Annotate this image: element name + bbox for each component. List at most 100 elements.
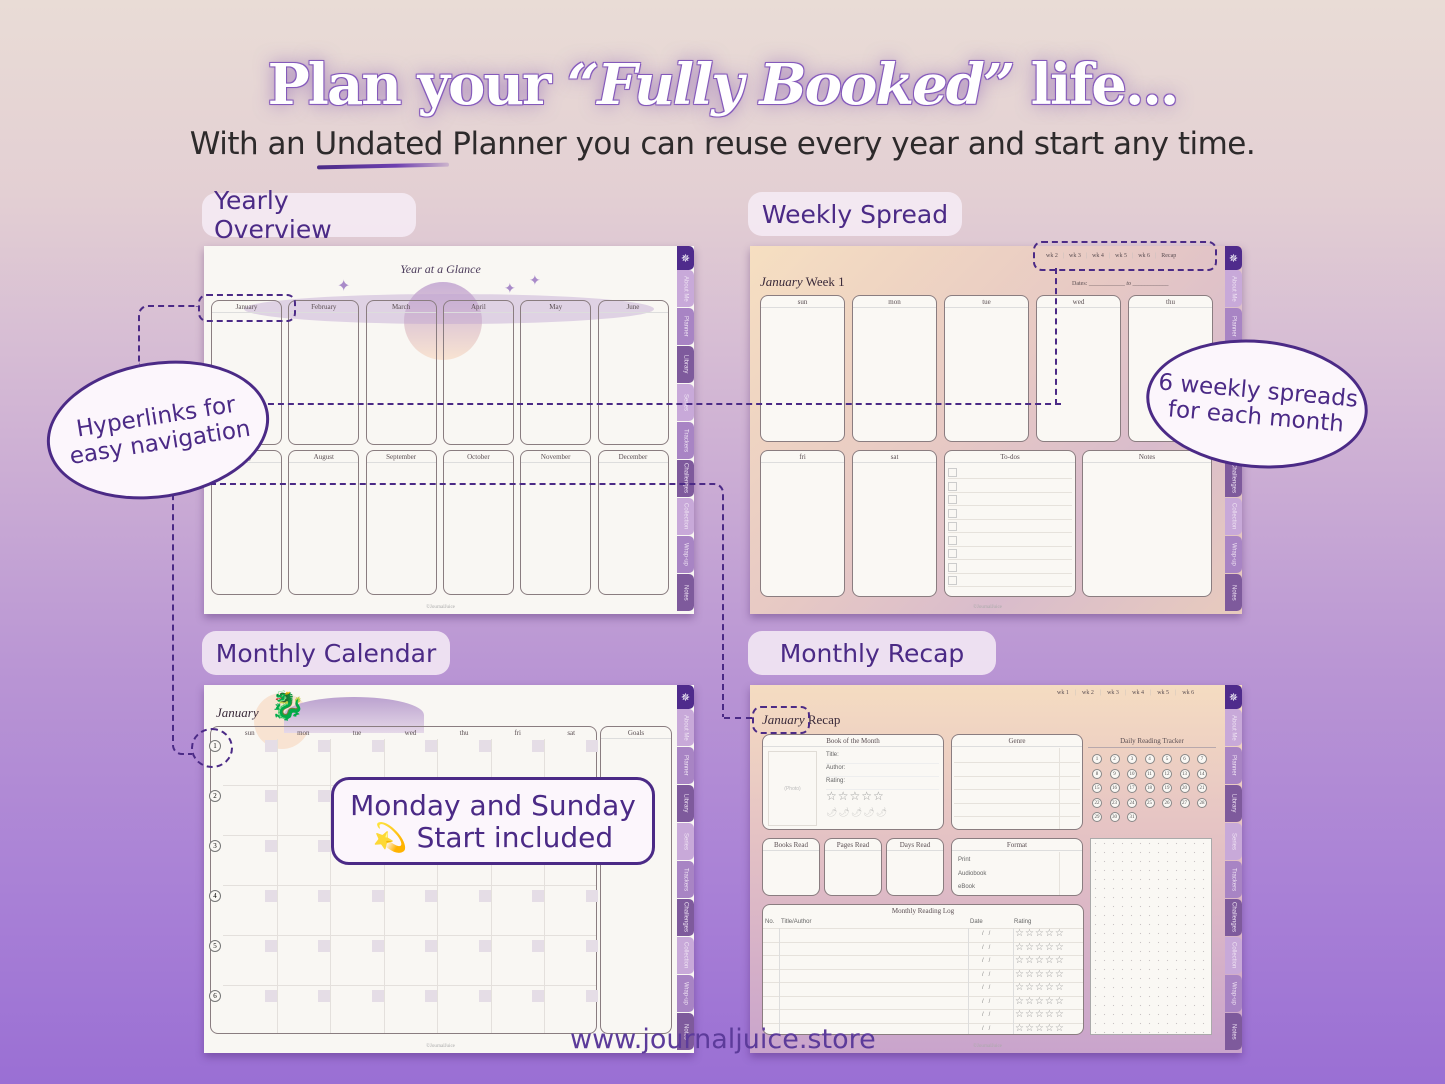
side-tab-library[interactable]: Library <box>1225 785 1242 822</box>
side-tab-about-me[interactable]: About Me <box>677 270 694 307</box>
tracker-day[interactable]: 28 <box>1197 797 1207 808</box>
compass-icon[interactable]: ✵ <box>1225 685 1242 709</box>
checkbox[interactable] <box>948 576 957 585</box>
tracker-day[interactable]: 14 <box>1197 768 1207 779</box>
checkbox[interactable] <box>948 468 957 477</box>
day-box[interactable]: fri <box>760 450 845 597</box>
week-nav-link[interactable]: wk 5 <box>1157 690 1169 696</box>
log-row[interactable]: / / ☆☆☆☆☆ <box>763 941 1083 956</box>
tracker-day[interactable]: 15 <box>1092 783 1102 793</box>
tracker-day[interactable]: 18 <box>1144 783 1155 793</box>
side-tab-notes[interactable]: Notes <box>1225 1013 1242 1050</box>
date-field[interactable]: / / <box>982 1026 990 1032</box>
side-tab-planner[interactable]: Planner <box>677 308 694 345</box>
side-tab-wrap-up[interactable]: Wrap-up <box>677 975 694 1012</box>
dates-field[interactable]: Dates: ____________ to ____________ <box>1072 281 1169 287</box>
side-tab-planner[interactable]: Planner <box>677 747 694 784</box>
star-rating[interactable]: ☆☆☆☆☆ <box>1015 1023 1065 1034</box>
tracker-day[interactable]: 27 <box>1179 797 1190 808</box>
star-rating[interactable]: ☆☆☆☆☆ <box>1015 942 1065 953</box>
week-nav-link[interactable]: wk 6 <box>1182 690 1194 696</box>
log-row[interactable]: / / ☆☆☆☆☆ <box>763 995 1083 1010</box>
side-tab-wrap-up[interactable]: Wrap-up <box>1225 975 1242 1012</box>
compass-icon[interactable]: ✵ <box>677 246 694 270</box>
tracker-day[interactable]: 20 <box>1179 783 1190 793</box>
week-number-link[interactable]: 4 <box>209 890 221 902</box>
date-field[interactable]: / / <box>982 958 990 964</box>
date-cell[interactable] <box>264 890 277 902</box>
log-row[interactable]: / / ☆☆☆☆☆ <box>763 968 1083 983</box>
date-cell[interactable] <box>478 890 491 902</box>
footer-url[interactable]: www.journaljuice.store <box>570 1024 876 1055</box>
tracker-day[interactable]: 29 <box>1092 812 1102 822</box>
date-cell[interactable] <box>425 890 438 902</box>
checkbox[interactable] <box>948 481 957 491</box>
format-option[interactable]: Audiobook <box>958 871 986 877</box>
week-number-link[interactable]: 2 <box>209 790 221 802</box>
tracker-day[interactable]: 10 <box>1127 768 1137 779</box>
tracker-day[interactable]: 5 <box>1162 754 1172 764</box>
photo-placeholder[interactable]: (Photo) <box>768 751 817 826</box>
date-cell[interactable] <box>532 940 545 952</box>
month-box[interactable]: May <box>520 300 592 445</box>
side-tab-notes[interactable]: Notes <box>1225 574 1242 611</box>
tracker-day[interactable]: 26 <box>1162 797 1172 808</box>
date-cell[interactable] <box>264 990 277 1002</box>
book-field[interactable]: Author: <box>826 765 939 777</box>
star-rating[interactable]: ☆☆☆☆☆ <box>1015 955 1065 966</box>
side-tab-about-me[interactable]: About Me <box>1225 709 1242 746</box>
checkbox[interactable] <box>948 549 957 558</box>
week-nav-link[interactable]: wk 2 <box>1082 690 1094 696</box>
log-row[interactable]: / / ☆☆☆☆☆ <box>763 955 1083 969</box>
day-box[interactable]: wed <box>1036 295 1121 442</box>
week-nav-link[interactable]: wk 3 <box>1107 690 1119 696</box>
format-option[interactable]: eBook <box>958 884 975 890</box>
side-tab-collection[interactable]: Collection <box>1225 498 1242 535</box>
tracker-day[interactable]: 3 <box>1127 754 1137 764</box>
tracker-day[interactable]: 7 <box>1197 754 1207 764</box>
side-tab-trackers[interactable]: Trackers <box>677 422 694 459</box>
tracker-day[interactable]: 21 <box>1197 783 1207 793</box>
date-cell[interactable] <box>532 890 545 902</box>
tracker-day[interactable]: 13 <box>1179 768 1190 779</box>
day-box[interactable]: sun <box>760 295 845 442</box>
side-tab-library[interactable]: Library <box>677 785 694 822</box>
side-tab-series[interactable]: Series <box>677 823 694 860</box>
tracker-day[interactable]: 19 <box>1162 783 1172 793</box>
date-cell[interactable] <box>478 940 491 952</box>
tracker-day[interactable]: 11 <box>1144 768 1155 779</box>
date-cell[interactable] <box>371 890 384 902</box>
side-tab-collection[interactable]: Collection <box>1225 937 1242 974</box>
tracker-day[interactable]: 9 <box>1109 768 1120 779</box>
side-tab-planner[interactable]: Planner <box>1225 747 1242 784</box>
date-cell[interactable] <box>264 840 277 852</box>
star-rating[interactable]: ☆☆☆☆☆ <box>1015 928 1065 939</box>
date-cell[interactable] <box>425 990 438 1002</box>
goals-box[interactable]: Goals <box>600 726 672 1034</box>
date-cell[interactable] <box>318 890 331 902</box>
star-rating[interactable]: ☆☆☆☆☆ <box>1015 996 1065 1007</box>
tracker-day[interactable]: 22 <box>1092 797 1102 808</box>
date-cell[interactable] <box>318 840 331 852</box>
date-cell[interactable] <box>371 740 384 752</box>
checkbox[interactable] <box>948 495 957 504</box>
stat-box[interactable]: Days Read <box>886 838 944 896</box>
date-cell[interactable] <box>478 740 491 752</box>
checkbox[interactable] <box>948 508 957 518</box>
star-rating[interactable]: ☆☆☆☆☆ <box>1015 969 1065 980</box>
side-tab-wrap-up[interactable]: Wrap-up <box>1225 536 1242 573</box>
date-cell[interactable] <box>264 790 277 802</box>
week-nav-link[interactable]: wk 4 <box>1132 690 1144 696</box>
checkbox[interactable] <box>948 562 957 572</box>
date-cell[interactable] <box>586 990 598 1002</box>
format-option[interactable]: Print <box>958 857 970 863</box>
star-rating[interactable]: ☆☆☆☆☆ <box>1015 982 1065 993</box>
side-tab-series[interactable]: Series <box>1225 823 1242 860</box>
side-tab-challenges[interactable]: Challenges <box>677 899 694 936</box>
side-tab-about-me[interactable]: About Me <box>1225 270 1242 307</box>
tracker-day[interactable]: 23 <box>1109 797 1120 808</box>
month-box[interactable]: June <box>597 300 669 445</box>
date-cell[interactable] <box>318 990 331 1002</box>
date-cell[interactable] <box>264 740 277 752</box>
stat-box[interactable]: Pages Read <box>824 838 882 896</box>
